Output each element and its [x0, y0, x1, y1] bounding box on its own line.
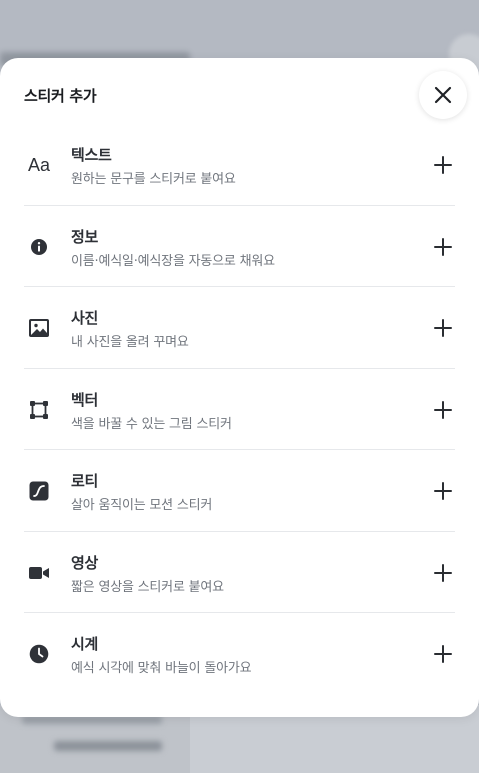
add-clock-button[interactable]	[430, 641, 456, 667]
clock-icon	[26, 642, 52, 666]
add-lottie-button[interactable]	[430, 478, 456, 504]
item-title: 벡터	[71, 390, 99, 409]
add-text-button[interactable]	[430, 152, 456, 178]
image-icon	[26, 316, 52, 340]
add-info-button[interactable]	[430, 234, 456, 260]
video-camera-icon	[26, 561, 52, 585]
background-app	[0, 0, 479, 60]
plus-icon	[434, 482, 452, 500]
plus-icon	[434, 645, 452, 663]
list-item-photo[interactable]: 사진 내 사진을 올려 꾸며요	[24, 287, 455, 369]
item-title: 텍스트	[71, 146, 112, 164]
item-description: 예식 시각에 맞춰 바늘이 돌아가요	[71, 661, 252, 676]
plus-icon	[434, 156, 452, 174]
list-item-clock[interactable]: 시계 예식 시각에 맞춰 바늘이 돌아가요	[24, 613, 455, 695]
item-description: 원하는 문구를 스티커로 붙여요	[71, 172, 236, 187]
text-aa-icon: Aa	[27, 154, 51, 175]
item-description: 내 사진을 올려 꾸며요	[71, 335, 189, 350]
close-icon	[434, 86, 452, 104]
sticker-type-list: Aa 텍스트 원하는 문구를 스티커로 붙여요 정보 이름·예식일·예식장을 자…	[24, 124, 455, 695]
add-video-button[interactable]	[430, 560, 456, 586]
plus-icon	[434, 400, 452, 419]
info-icon	[26, 235, 52, 259]
item-title: 시계	[71, 635, 99, 653]
item-description: 이름·예식일·예식장을 자동으로 채워요	[71, 253, 275, 269]
item-description: 살아 움직이는 모션 스티커	[71, 498, 213, 513]
item-title: 로티	[71, 472, 99, 490]
item-title: 정보	[71, 227, 99, 246]
vector-icon	[26, 398, 52, 422]
list-item-text[interactable]: Aa 텍스트 원하는 문구를 스티커로 붙여요	[24, 124, 455, 206]
sheet-title: 스티커 추가	[24, 87, 97, 105]
add-sticker-sheet: 스티커 추가 Aa 텍스트 원하는 문구를 스티커로 붙여요 정보 이름·예식일…	[0, 58, 479, 717]
plus-icon	[434, 237, 452, 256]
plus-icon	[434, 563, 452, 582]
item-title: 사진	[71, 309, 99, 327]
lottie-icon	[26, 479, 52, 503]
list-item-lottie[interactable]: 로티 살아 움직이는 모션 스티커	[24, 450, 455, 532]
item-description: 짧은 영상을 스티커로 붙여요	[71, 579, 224, 595]
list-item-info[interactable]: 정보 이름·예식일·예식장을 자동으로 채워요	[24, 206, 456, 287]
add-vector-button[interactable]	[430, 397, 456, 423]
list-item-video[interactable]: 영상 짧은 영상을 스티커로 붙여요	[24, 532, 456, 613]
plus-icon	[434, 319, 452, 337]
item-title: 영상	[71, 553, 99, 572]
add-photo-button[interactable]	[430, 315, 456, 341]
list-item-vector[interactable]: 벡터 색을 바꿀 수 있는 그림 스티커	[24, 369, 456, 450]
close-button[interactable]	[419, 71, 467, 119]
item-description: 색을 바꿀 수 있는 그림 스티커	[71, 416, 232, 432]
